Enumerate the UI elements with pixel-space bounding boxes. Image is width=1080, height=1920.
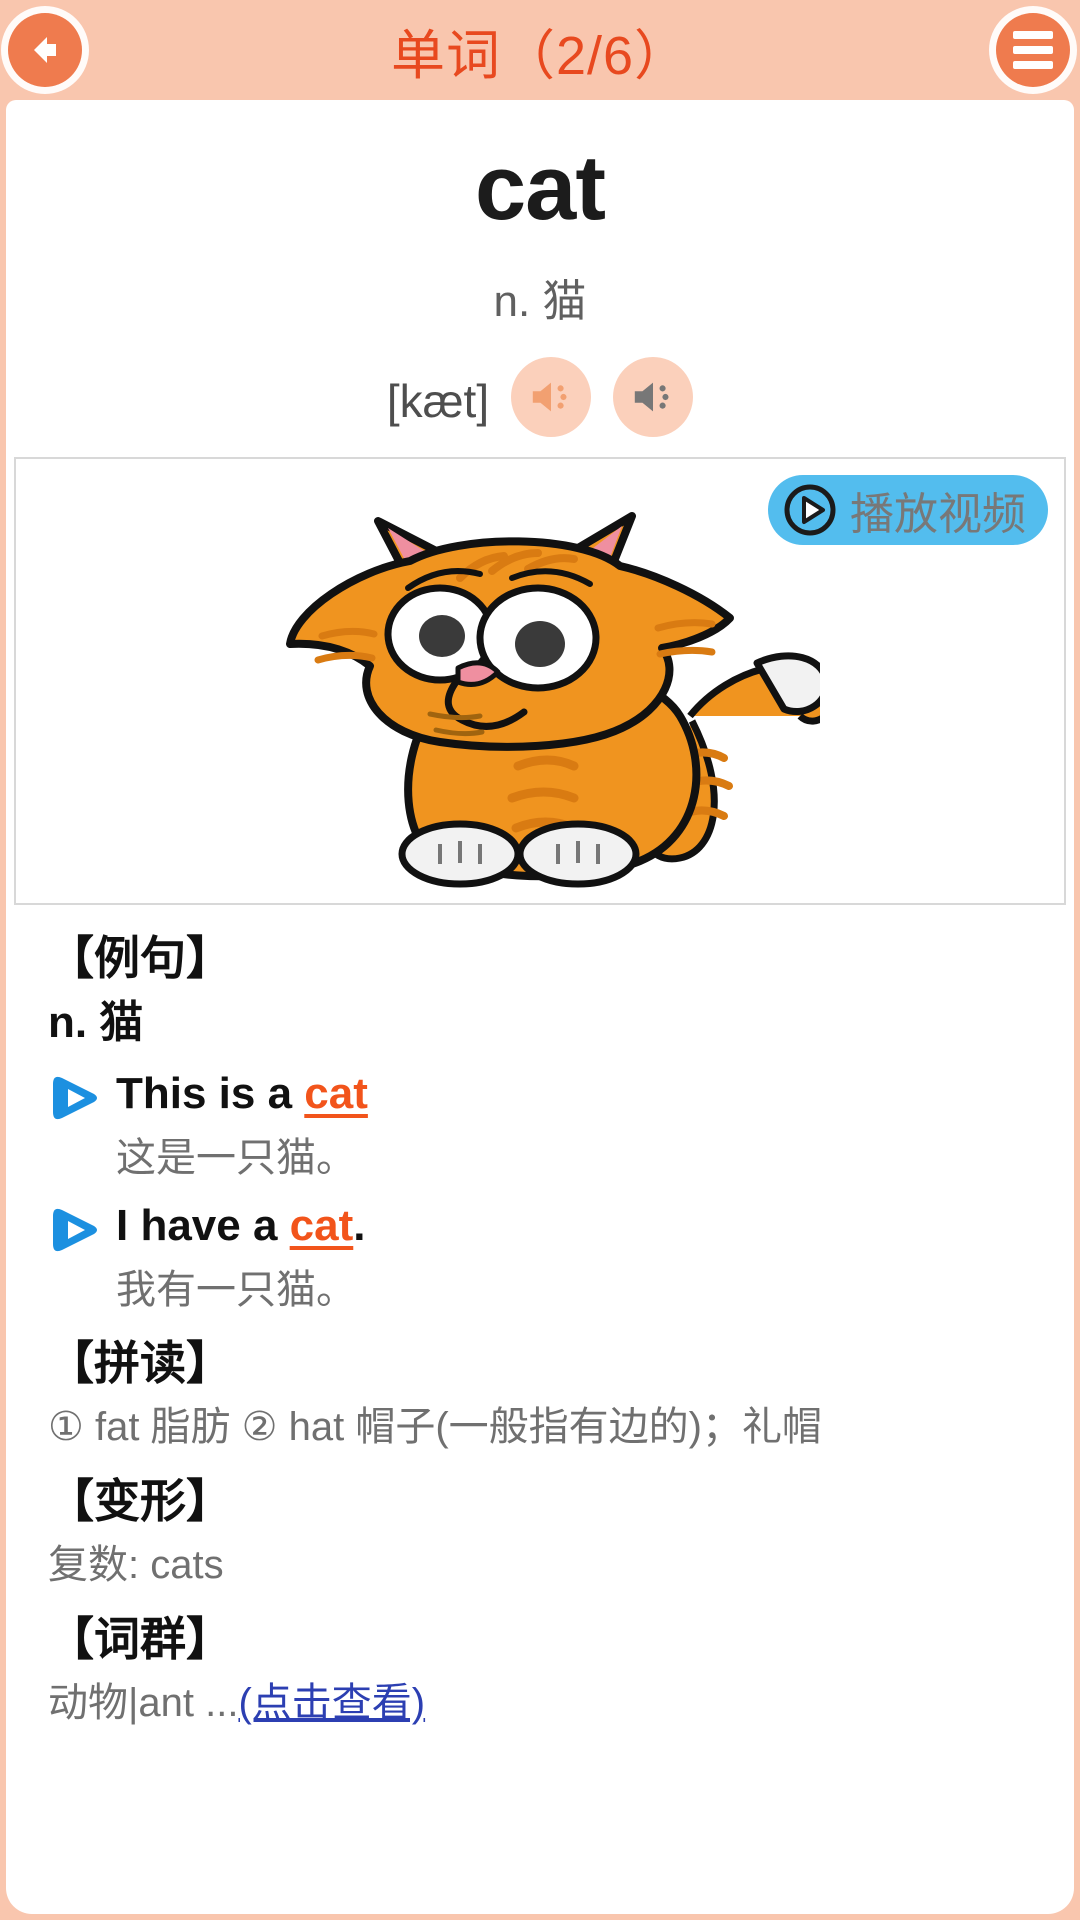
examples-part-of-speech: n. 猫 xyxy=(48,997,144,1047)
back-arrow-icon xyxy=(34,37,56,63)
example-sentence-cn: 我有一只猫。 xyxy=(116,1268,356,1313)
sentence-highlight: cat xyxy=(289,1201,354,1251)
play-icon[interactable] xyxy=(48,1204,100,1256)
spelling-body: ① fat 脂肪 ② hat 帽子(一般指有边的)；礼帽 xyxy=(48,1405,823,1450)
cat-illustration xyxy=(260,466,836,896)
word-header: cat n. 猫 [kæt] xyxy=(6,100,1074,443)
sentence-highlight: cat xyxy=(304,1069,368,1119)
word-part-of-speech: n. 猫 xyxy=(493,276,587,326)
sentence-suffix: . xyxy=(353,1201,366,1251)
sentence-prefix: I have a xyxy=(116,1201,290,1251)
play-icon[interactable] xyxy=(48,1072,100,1124)
example-sentence-en: This is a cat xyxy=(116,1066,368,1121)
sentence-prefix: This is a xyxy=(116,1069,305,1119)
app-header: 单词（2/6） xyxy=(0,0,1080,100)
inflection-body: 复数: cats xyxy=(48,1543,224,1588)
speaker-icon xyxy=(634,382,669,411)
word-group-link[interactable]: (点击查看) xyxy=(238,1681,425,1725)
word-image-panel: 播放视频 xyxy=(14,456,1066,905)
speaker-icon xyxy=(532,382,567,411)
play-video-label: 播放视频 xyxy=(850,489,1026,539)
pronounce-uk-button[interactable] xyxy=(613,356,694,437)
word-group-heading: 【词群】 xyxy=(48,1613,232,1666)
example-sentence-row: This is a cat xyxy=(48,1066,1032,1124)
word-card: cat n. 猫 [kæt] 播放视频 【例句】 n. 猫 This is a … xyxy=(6,100,1074,1914)
back-button[interactable] xyxy=(8,13,82,87)
phonetic-text: [kæt] xyxy=(386,374,490,427)
phonetic-row: [kæt] xyxy=(6,351,1074,443)
word-group-body: 动物|ant ...(点击查看) xyxy=(48,1676,1032,1730)
app-page: 单词（2/6） cat n. 猫 [kæt] 播放视频 【例句】 n. 猫 Th… xyxy=(0,0,1080,1920)
pronounce-us-button[interactable] xyxy=(511,356,592,437)
spelling-heading: 【拼读】 xyxy=(48,1337,232,1390)
word-details: 【例句】 n. 猫 This is a cat 这是一只猫。 I have a … xyxy=(6,905,1074,1731)
example-sentence-row: I have a cat. xyxy=(48,1198,1032,1256)
word-term: cat xyxy=(475,137,606,239)
example-sentence-en: I have a cat. xyxy=(116,1198,366,1253)
examples-heading: 【例句】 xyxy=(48,931,232,984)
menu-button[interactable] xyxy=(996,13,1070,87)
inflection-heading: 【变形】 xyxy=(48,1475,232,1528)
word-group-text: 动物|ant ... xyxy=(48,1681,239,1726)
example-sentence-cn: 这是一只猫。 xyxy=(116,1136,356,1181)
play-circle-icon xyxy=(784,484,836,536)
play-video-button[interactable]: 播放视频 xyxy=(768,474,1048,545)
page-title: 单词（2/6） xyxy=(390,25,690,86)
hamburger-menu-icon xyxy=(1013,31,1053,69)
